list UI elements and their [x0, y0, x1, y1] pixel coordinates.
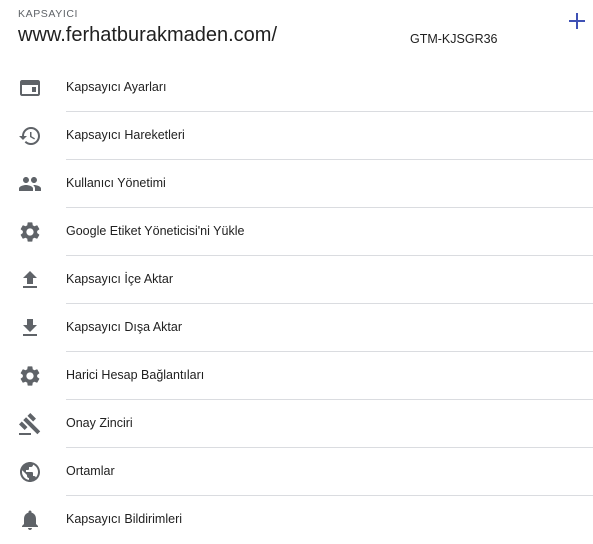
menu-item-label: Kullanıcı Yönetimi — [66, 176, 166, 190]
menu-item-label: Ortamlar — [66, 464, 115, 478]
menu-item-import-container[interactable]: Kapsayıcı İçe Aktar — [0, 256, 593, 304]
globe-icon — [18, 460, 42, 484]
gear-icon — [18, 220, 42, 244]
menu-item-export-container[interactable]: Kapsayıcı Dışa Aktar — [0, 304, 593, 352]
menu-item-container-activity[interactable]: Kapsayıcı Hareketleri — [0, 112, 593, 160]
add-container-button[interactable] — [566, 10, 588, 32]
menu-item-environments[interactable]: Ortamlar — [0, 448, 593, 496]
gear-icon — [18, 364, 42, 388]
menu-item-external-account-links[interactable]: Harici Hesap Bağlantıları — [0, 352, 593, 400]
menu-item-install-gtm[interactable]: Google Etiket Yöneticisi'ni Yükle — [0, 208, 593, 256]
menu-item-container-settings[interactable]: Kapsayıcı Ayarları — [0, 64, 593, 112]
menu-item-label: Kapsayıcı İçe Aktar — [66, 272, 173, 286]
history-icon — [18, 124, 42, 148]
plus-icon — [569, 13, 585, 29]
menu-item-approval-chain[interactable]: Onay Zinciri — [0, 400, 593, 448]
container-id: GTM-KJSGR36 — [410, 32, 498, 46]
menu-item-label: Harici Hesap Bağlantıları — [66, 368, 205, 382]
browser-window-icon — [18, 76, 42, 100]
menu-item-label: Kapsayıcı Ayarları — [66, 80, 167, 94]
upload-icon — [18, 268, 42, 292]
menu-item-label: Google Etiket Yöneticisi'ni Yükle — [66, 224, 245, 238]
gavel-icon — [18, 412, 42, 436]
section-label: KAPSAYICI — [18, 8, 79, 20]
download-icon — [18, 316, 42, 340]
container-header: KAPSAYICI www.ferhatburakmaden.com/ GTM-… — [0, 0, 593, 62]
menu-item-label: Kapsayıcı Bildirimleri — [66, 512, 183, 526]
menu-item-user-management[interactable]: Kullanıcı Yönetimi — [0, 160, 593, 208]
menu-item-label: Kapsayıcı Dışa Aktar — [66, 320, 183, 334]
container-menu: Kapsayıcı Ayarları Kapsayıcı Hareketleri… — [0, 64, 593, 544]
menu-item-label: Onay Zinciri — [66, 416, 133, 430]
container-name: www.ferhatburakmaden.com/ — [18, 24, 278, 46]
people-icon — [18, 172, 42, 196]
menu-item-label: Kapsayıcı Hareketleri — [66, 128, 185, 142]
bell-icon — [18, 508, 42, 532]
